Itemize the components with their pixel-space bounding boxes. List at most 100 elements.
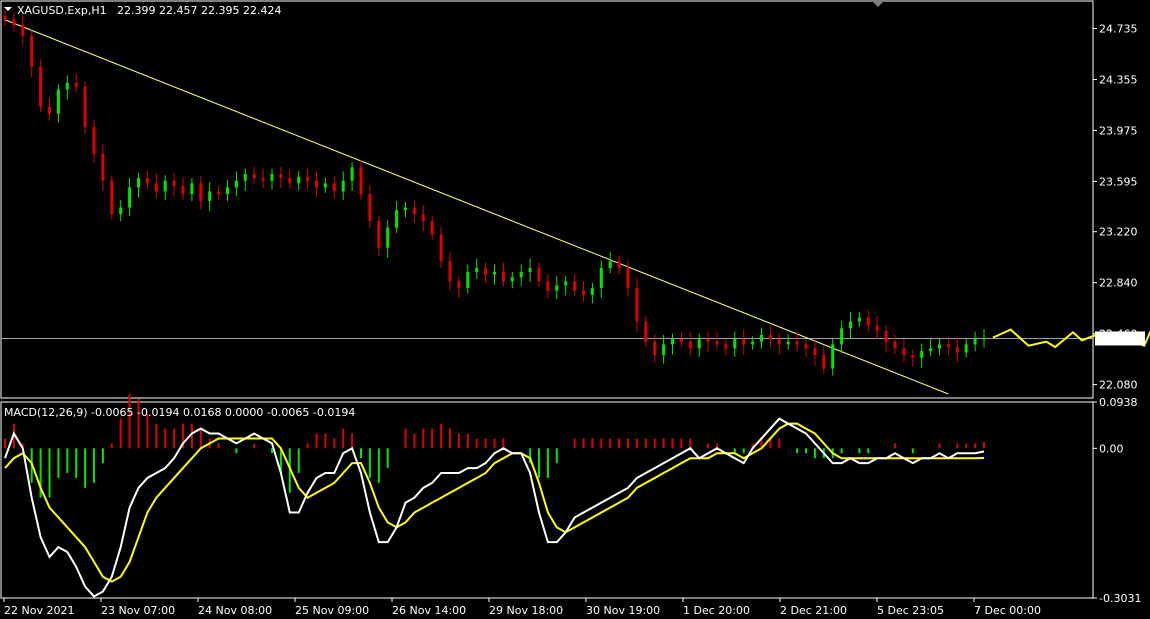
candle-body xyxy=(65,82,69,90)
candle-body xyxy=(226,187,229,195)
indicator-tick-label: -0.3031 xyxy=(1099,592,1141,605)
price-tick-label: 22.080 xyxy=(1099,379,1138,392)
candle-body xyxy=(822,355,826,369)
candle-body xyxy=(421,214,425,221)
time-tick-label: 22 Nov 2021 xyxy=(4,604,74,617)
candle-body xyxy=(608,261,612,268)
candle-body xyxy=(457,281,461,289)
candle-body xyxy=(430,220,434,235)
indicator-tick-label: 0.0938 xyxy=(1099,396,1138,409)
candle-body xyxy=(911,355,915,358)
candle-body xyxy=(448,261,452,282)
candle-body xyxy=(679,338,683,342)
candle-body xyxy=(119,207,123,215)
candle-body xyxy=(3,15,7,20)
candle-body xyxy=(653,341,657,356)
candle-body xyxy=(190,183,194,195)
candle-body xyxy=(760,334,763,342)
candle-body xyxy=(306,176,310,181)
indicator-tick-label: 0.00 xyxy=(1099,442,1124,455)
candle-body xyxy=(528,267,532,272)
scroll-arrow-icon[interactable] xyxy=(872,1,884,7)
candle-body xyxy=(831,344,835,369)
candle-body xyxy=(395,210,399,228)
candle-body xyxy=(92,127,96,154)
candle-body xyxy=(733,338,737,349)
time-tick-label: 30 Nov 19:00 xyxy=(586,604,660,617)
candle-body xyxy=(332,183,336,192)
candle-body xyxy=(884,330,888,342)
time-tick-label: 5 Dec 23:05 xyxy=(877,604,944,617)
candle-body xyxy=(350,167,354,181)
candle-body xyxy=(163,180,167,192)
candle-body xyxy=(154,183,158,192)
chart-area[interactable]: 24.735 24.355 23.975 23.595 23.220 22.840 22.4… xyxy=(0,0,1150,619)
symbol-label: XAGUSD.Exp,H1 xyxy=(17,4,107,17)
candle-body xyxy=(573,281,577,291)
candle-body xyxy=(902,348,906,356)
candle-body xyxy=(617,261,621,268)
price-tick-label: 24.355 xyxy=(1099,73,1138,86)
candle-body xyxy=(252,174,256,179)
time-tick-label: 23 Nov 07:00 xyxy=(101,604,175,617)
candle-body xyxy=(866,317,870,326)
candle-body xyxy=(83,86,87,128)
candle-body xyxy=(724,344,728,349)
candle-body xyxy=(929,348,933,352)
time-tick-label: 24 Nov 08:00 xyxy=(198,604,272,617)
candle-body xyxy=(101,153,105,181)
candle-body xyxy=(813,348,817,356)
candle-body xyxy=(288,178,292,184)
candle-body xyxy=(626,267,630,289)
candle-body xyxy=(564,281,568,286)
candle-body xyxy=(501,271,505,282)
candle-body xyxy=(208,191,212,201)
candle-body xyxy=(795,341,799,345)
candle-body xyxy=(590,288,594,295)
candle-body xyxy=(323,183,327,188)
price-tick-label: 23.975 xyxy=(1099,124,1138,137)
candle-body xyxy=(261,178,265,181)
price-tick-label: 23.220 xyxy=(1099,226,1138,239)
candle-body xyxy=(110,180,114,215)
time-tick-label: 7 Dec 00:00 xyxy=(974,604,1041,617)
price-tick-label: 24.735 xyxy=(1099,22,1138,35)
candle-body xyxy=(56,89,60,114)
candle-body xyxy=(12,19,16,26)
candle-body xyxy=(74,82,78,87)
candle-body xyxy=(546,281,550,291)
candle-body xyxy=(368,194,372,221)
candle-body xyxy=(875,325,879,331)
time-tick-label: 29 Nov 18:00 xyxy=(489,604,563,617)
candle-body xyxy=(466,271,470,289)
candle-body xyxy=(137,178,140,188)
candle-body xyxy=(982,338,986,340)
candle-body xyxy=(128,187,132,208)
macd-title: MACD(12,26,9) -0.0065 -0.0194 0.0168 0.0… xyxy=(4,406,355,419)
candle-body xyxy=(519,271,523,278)
time-tick-label: 2 Dec 21:00 xyxy=(780,604,847,617)
candle-body xyxy=(21,25,25,36)
candle-body xyxy=(688,341,692,349)
candle-body xyxy=(315,180,318,188)
candle-body xyxy=(786,341,790,345)
candle-body xyxy=(493,271,496,275)
ohlc-values: 22.399 22.457 22.395 22.424 xyxy=(117,4,281,17)
candle-body xyxy=(279,174,283,179)
candle-body xyxy=(217,191,221,195)
time-tick-label: 26 Nov 14:00 xyxy=(392,604,466,617)
candle-body xyxy=(484,267,488,275)
candle-body xyxy=(377,220,381,248)
candle-body xyxy=(857,317,861,322)
candle-body xyxy=(644,321,648,342)
candle-body xyxy=(145,178,149,184)
current-price-label: 22.424 xyxy=(1098,332,1137,345)
candle-body xyxy=(341,180,345,192)
price-tick-label: 22.840 xyxy=(1099,277,1138,290)
candle-body xyxy=(234,180,238,188)
candle-body xyxy=(671,338,674,345)
candle-body xyxy=(973,338,977,345)
candle-body xyxy=(510,277,514,282)
candle-body xyxy=(599,267,603,289)
candle-body xyxy=(662,344,666,356)
